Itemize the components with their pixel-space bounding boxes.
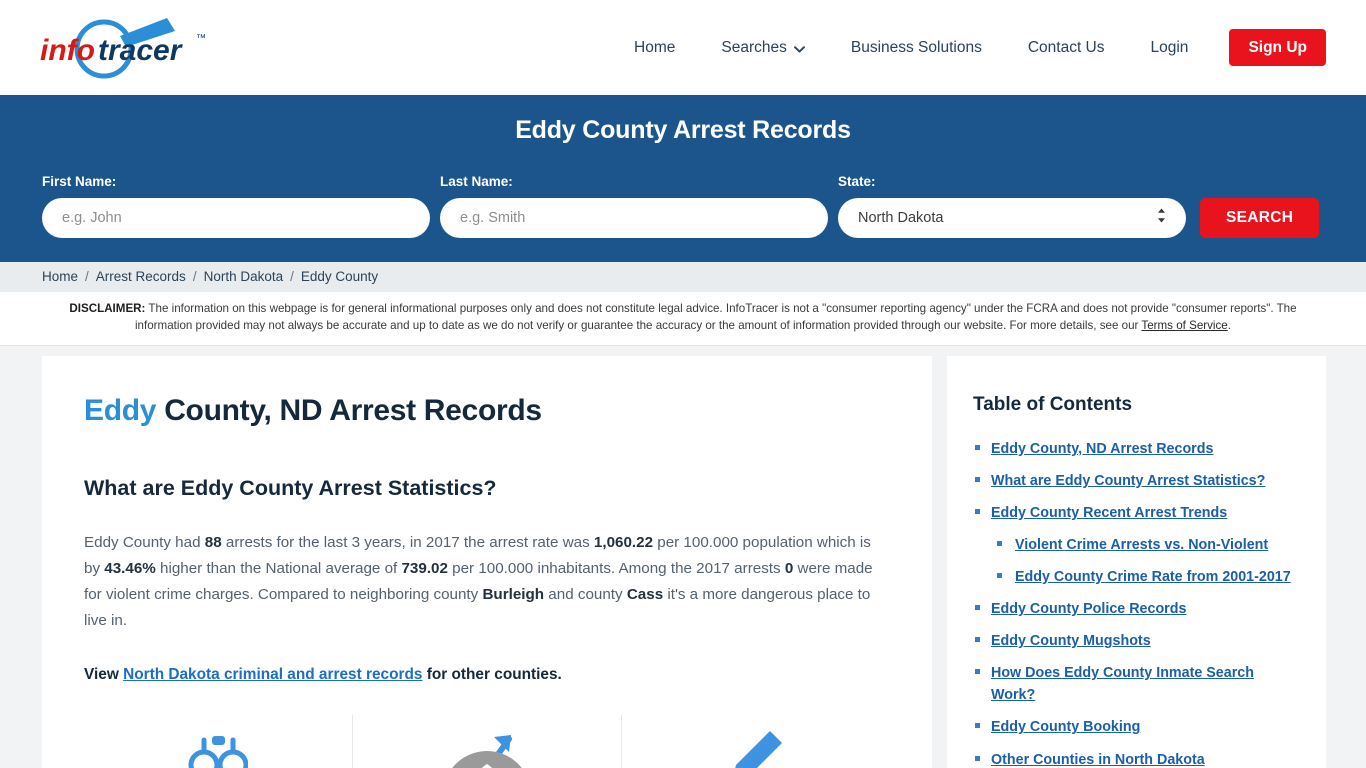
toc-item: Violent Crime Arrests vs. Non-Violent <box>973 534 1298 556</box>
breadcrumb: Home / Arrest Records / North Dakota / E… <box>0 261 1366 292</box>
first-name-label: First Name: <box>42 174 117 189</box>
nav-item-label: Searches <box>721 38 787 56</box>
toc-item: Eddy County Recent Arrest Trends <box>973 502 1298 524</box>
feature-cell-arrest-records[interactable] <box>84 715 353 768</box>
breadcrumb-item-north-dakota[interactable]: North Dakota <box>204 269 284 284</box>
stat-text: Eddy County had <box>84 534 205 552</box>
toc-link-mugshots[interactable]: Eddy County Mugshots <box>991 633 1151 649</box>
handcuffs-icon <box>188 727 249 768</box>
stat-arrest-rate: 1,060.22 <box>593 534 654 552</box>
toc-item: Other Counties in North Dakota <box>973 749 1298 768</box>
toc-title: Table of Contents <box>973 393 1133 415</box>
view-prefix: View <box>84 665 124 683</box>
breadcrumb-item-home[interactable]: Home <box>42 269 78 284</box>
page-title-accent: Eddy <box>84 393 157 427</box>
last-name-label: Last Name: <box>440 174 513 189</box>
stat-text: arrests for the last 3 years, in 2017 th… <box>221 534 594 552</box>
magnifier-logo-icon: info tracer ™ <box>40 17 206 78</box>
chevron-down-icon <box>793 41 805 57</box>
disclaimer-banner: DISCLAIMER: The information on this webp… <box>0 291 1366 346</box>
toc-item: Eddy County Crime Rate from 2001-2017 <box>973 566 1298 588</box>
main-navigation: Home Searches Business Solutions Contact… <box>611 28 1326 67</box>
nav-item-contact-us[interactable]: Contact Us <box>1005 40 1128 56</box>
toc-item: Eddy County, ND Arrest Records <box>973 438 1298 460</box>
first-name-input[interactable] <box>42 197 430 238</box>
nav-item-login[interactable]: Login <box>1128 40 1212 56</box>
chevron-up-icon <box>474 763 500 768</box>
stat-text: and county <box>544 586 627 604</box>
view-suffix: for other counties. <box>422 665 562 683</box>
last-name-input[interactable] <box>440 197 828 238</box>
nav-item-label: Login <box>1150 38 1189 56</box>
main-content-card: Eddy County, ND Arrest Records What are … <box>42 355 932 768</box>
toc-link-other-counties[interactable]: Other Counties in North Dakota <box>991 752 1205 768</box>
site-header: info tracer ™ Home Searches Business Sol… <box>0 0 1366 95</box>
toc-link-booking[interactable]: Eddy County Booking <box>991 719 1140 735</box>
toc-item: Eddy County Police Records <box>973 598 1298 620</box>
disclaimer-label: DISCLAIMER: <box>69 301 146 315</box>
toc-item: How Does Eddy County Inmate Search Work? <box>973 662 1298 706</box>
toc-link-police-records[interactable]: Eddy County Police Records <box>991 601 1186 617</box>
search-banner: Eddy County Arrest Records First Name: L… <box>0 95 1366 262</box>
nav-item-home[interactable]: Home <box>611 40 698 56</box>
view-other-counties-line: View North Dakota criminal and arrest re… <box>84 663 890 688</box>
arrest-statistics-paragraph: Eddy County had 88 arrests for the last … <box>84 530 890 635</box>
table-of-contents-card: Table of Contents Eddy County, ND Arrest… <box>947 355 1326 768</box>
page-title: Eddy County, ND Arrest Records <box>84 394 890 429</box>
nav-item-label: Contact Us <box>1027 38 1105 56</box>
state-select[interactable]: North Dakota <box>838 197 1186 238</box>
last-name-field-group: Last Name: <box>440 175 828 238</box>
breadcrumb-separator: / <box>290 269 294 284</box>
stat-neighbor-county-b: Cass <box>626 586 664 604</box>
toc-link-recent-arrest-trends[interactable]: Eddy County Recent Arrest Trends <box>991 505 1227 521</box>
terms-of-service-link[interactable]: Terms of Service <box>1141 319 1227 332</box>
stat-national-average: 739.02 <box>401 560 448 578</box>
arrest-records-search-form: First Name: Last Name: State: North Dako… <box>0 175 1366 238</box>
page-title-rest: County, ND Arrest Records <box>156 393 542 427</box>
nav-item-label: Home <box>634 38 676 56</box>
first-name-field-group: First Name: <box>42 175 430 238</box>
nav-item-business-solutions[interactable]: Business Solutions <box>828 40 1005 56</box>
breadcrumb-item-eddy-county: Eddy County <box>300 269 379 284</box>
pen-icon <box>726 727 786 768</box>
toc-item: Eddy County Mugshots <box>973 630 1298 652</box>
feature-cell-records-writing[interactable] <box>622 715 890 768</box>
banner-title: Eddy County Arrest Records <box>515 116 851 144</box>
toc-item: What are Eddy County Arrest Statistics? <box>973 470 1298 492</box>
stat-text: higher than the National average of <box>155 560 402 578</box>
svg-text:™: ™ <box>196 33 206 44</box>
toc-link-crime-rate-2001-2017[interactable]: Eddy County Crime Rate from 2001-2017 <box>1015 569 1291 585</box>
north-dakota-records-link[interactable]: North Dakota criminal and arrest records <box>123 666 422 683</box>
nav-item-label: Business Solutions <box>850 38 982 56</box>
toc-link-arrest-statistics[interactable]: What are Eddy County Arrest Statistics? <box>991 473 1265 489</box>
breadcrumb-separator: / <box>85 269 89 284</box>
section-heading-arrest-statistics: What are Eddy County Arrest Statistics? <box>84 476 497 501</box>
svg-text:info: info <box>40 34 95 67</box>
disclaimer-text-line1: The information on this webpage is for g… <box>145 301 1169 315</box>
state-label: State: <box>838 174 876 189</box>
breadcrumb-item-arrest-records[interactable]: Arrest Records <box>96 269 186 284</box>
toc-link-violent-vs-nonviolent[interactable]: Violent Crime Arrests vs. Non-Violent <box>1015 537 1268 553</box>
stat-arrests-count: 88 <box>204 534 222 552</box>
site-logo[interactable]: info tracer ™ <box>36 13 216 83</box>
toc-link-inmate-search[interactable]: How Does Eddy County Inmate Search Work? <box>991 665 1254 703</box>
search-button[interactable]: SEARCH <box>1200 197 1320 238</box>
state-field-group: State: North Dakota <box>838 175 1186 238</box>
breadcrumb-separator: / <box>192 269 197 284</box>
disclaimer-period: . <box>1227 319 1231 333</box>
svg-text:tracer: tracer <box>98 34 184 67</box>
sign-up-button[interactable]: Sign Up <box>1229 28 1326 67</box>
stat-neighbor-county-a: Burleigh <box>482 586 545 604</box>
page-content: Eddy County, ND Arrest Records What are … <box>0 346 1366 768</box>
toc-list: Eddy County, ND Arrest Records What are … <box>973 438 1298 768</box>
nav-item-searches[interactable]: Searches <box>698 39 827 57</box>
toc-item: Eddy County Booking <box>973 716 1298 738</box>
stat-violent-arrests: 0 <box>784 560 794 578</box>
stat-text: per 100.000 inhabitants. Among the 2017 … <box>447 560 785 578</box>
stat-percent-higher: 43.46% <box>104 560 156 578</box>
toc-link-arrest-records[interactable]: Eddy County, ND Arrest Records <box>991 441 1213 457</box>
